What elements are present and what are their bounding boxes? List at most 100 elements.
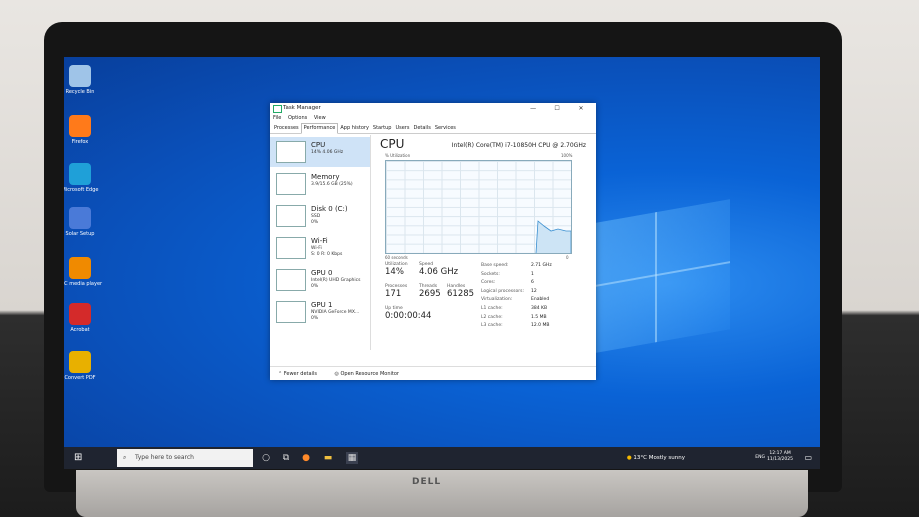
resource-wifi[interactable]: Wi-Fi Wi-Fi S: 0 R: 0 Kbps — [270, 233, 370, 263]
minimize-button[interactable]: — — [522, 103, 544, 114]
resource-detail: 3.9/15.6 GB (25%) — [311, 182, 353, 187]
tab-processes[interactable]: Processes — [272, 124, 301, 133]
desktop-icon-label: Microsoft Edge — [64, 187, 99, 193]
desktop-icon-recycle-bin[interactable]: Recycle Bin — [64, 65, 104, 95]
setup-icon — [69, 207, 91, 229]
menu-file[interactable]: File — [273, 115, 281, 121]
resource-name: CPU — [311, 141, 326, 149]
desktop-icon-pdf[interactable]: Convert PDF — [64, 351, 104, 381]
resource-detail: 14% 4.06 GHz — [311, 150, 344, 155]
notification-icon[interactable]: ▭ — [804, 453, 812, 462]
processes-value: 171 — [385, 289, 402, 299]
resource-name: GPU 1 — [311, 301, 333, 309]
firefox-taskbar-icon[interactable]: ● — [300, 452, 312, 464]
weather-text: 13°C Mostly sunny — [633, 455, 685, 461]
spec-row: Cores: 6 — [481, 279, 591, 288]
cpu-detail-panel: CPU Intel(R) Core(TM) i7-10850H CPU @ 2.… — [380, 137, 590, 352]
graph-y-label: % Utilization — [385, 153, 411, 158]
cpu-specs: Base speed: 2.71 GHz Sockets: 1 Cores: 6 Logic… — [481, 262, 591, 331]
task-view-icon[interactable]: ⧉ — [280, 452, 292, 464]
spec-key: L3 cache: — [481, 323, 503, 329]
spec-value: 12.0 MB — [531, 323, 550, 329]
cpu-usage-line — [535, 220, 571, 253]
resource-cpu[interactable]: CPU 14% 4.06 GHz — [270, 137, 370, 167]
tab-details[interactable]: Details — [411, 124, 432, 133]
menu-options[interactable]: Options — [288, 115, 307, 121]
desktop-icon-firefox[interactable]: Firefox — [64, 115, 104, 145]
tab-performance[interactable]: Performance — [300, 123, 339, 134]
cortana-icon[interactable]: ○ — [260, 452, 272, 464]
close-button[interactable]: ✕ — [570, 103, 592, 114]
weather-widget[interactable]: ● 13°C Mostly sunny — [627, 455, 685, 461]
windows-wallpaper-logo — [584, 199, 730, 355]
task-manager-footer: ⌃ Fewer details ◎ Open Resource Monitor — [270, 366, 596, 380]
resource-gpu0[interactable]: GPU 0 Intel(R) UHD Graphics 0% — [270, 265, 370, 295]
desktop-icon-label: Acrobat — [70, 327, 90, 333]
tab-users[interactable]: Users — [393, 124, 411, 133]
desktop-icon-acrobat[interactable]: Acrobat — [64, 303, 104, 333]
spec-key: L2 cache: — [481, 314, 503, 320]
menu-bar: File Options View — [270, 114, 596, 123]
resource-name: Wi-Fi — [311, 237, 328, 245]
spec-row: Base speed: 2.71 GHz — [481, 262, 591, 271]
spec-row: L2 cache: 1.5 MB — [481, 314, 591, 323]
resource-monitor-label: Open Resource Monitor — [340, 371, 399, 377]
spec-value: 384 KB — [531, 305, 548, 311]
gpu0-thumbnail-graph — [276, 269, 306, 291]
desktop-icon-setup[interactable]: Solar Setup — [64, 207, 104, 237]
pdf-icon — [69, 351, 91, 373]
maximize-button[interactable]: ☐ — [546, 103, 568, 114]
spec-row: Sockets: 1 — [481, 271, 591, 280]
date: 11/13/2025 — [767, 457, 793, 462]
start-button[interactable]: ⊞ — [74, 453, 84, 463]
open-resource-monitor-link[interactable]: ◎ Open Resource Monitor — [335, 371, 407, 377]
resource-disk[interactable]: Disk 0 (C:) SSD 0% — [270, 201, 370, 231]
desktop-icon-label: Convert PDF — [64, 375, 96, 381]
menu-view[interactable]: View — [314, 115, 326, 121]
speed-value: 4.06 GHz — [419, 267, 459, 277]
resource-memory[interactable]: Memory 3.9/15.6 GB (25%) — [270, 169, 370, 199]
spec-key: Cores: — [481, 280, 496, 286]
tab-app-history[interactable]: App history — [338, 124, 371, 133]
spec-value: 12 — [531, 288, 537, 294]
cpu-utilization-graph — [385, 160, 572, 254]
search-box[interactable]: ⌕ Type here to search — [117, 449, 253, 467]
taskbar: ⊞ ⌕ Type here to search ○ ⧉ ● ▬ ▦ ● 13°C… — [64, 447, 820, 469]
graph-y-max: 100% — [561, 153, 573, 158]
threads-value: 2695 — [419, 289, 441, 299]
wifi-thumbnail-graph — [276, 237, 306, 259]
graph-x-label: 60 seconds — [385, 255, 408, 260]
desktop-icon-edge[interactable]: Microsoft Edge — [64, 163, 104, 193]
fewer-details-link[interactable]: ⌃ Fewer details — [278, 371, 325, 377]
tab-bar: Processes Performance App history Startup Us… — [270, 123, 596, 134]
memory-thumbnail-graph — [276, 173, 306, 195]
spec-key: Virtualization: — [481, 297, 513, 303]
desktop-icon-label: Firefox — [71, 139, 89, 145]
spec-value: Enabled — [531, 297, 550, 303]
spec-row: L3 cache: 12.0 MB — [481, 322, 591, 331]
language-indicator[interactable]: ENG — [755, 455, 765, 460]
tab-startup[interactable]: Startup — [371, 124, 394, 133]
laptop-base — [76, 470, 808, 517]
file-explorer-icon[interactable]: ▬ — [322, 452, 334, 464]
spec-key: L1 cache: — [481, 305, 503, 311]
title-bar[interactable]: Task Manager — ☐ ✕ — [270, 103, 596, 114]
resource-detail: SSD 0% — [311, 214, 321, 225]
weather-icon: ● — [626, 455, 632, 461]
resource-name: Memory — [311, 173, 340, 181]
resource-detail: NVIDIA GeForce MX... 0% — [311, 310, 360, 321]
desktop-screen: Recycle Bin Firefox Microsoft Edge Solar Se… — [64, 57, 820, 469]
resource-detail: Wi-Fi S: 0 R: 0 Kbps — [311, 246, 343, 257]
fewer-details-label: Fewer details — [283, 371, 317, 377]
tab-services[interactable]: Services — [433, 124, 458, 133]
edge-icon — [69, 163, 91, 185]
window-title: Task Manager — [283, 105, 321, 111]
clock[interactable]: 12:17 AM 11/13/2025 — [767, 451, 793, 463]
desktop-icon-vlc[interactable]: VLC media player — [64, 257, 104, 287]
resource-detail: Intel(R) UHD Graphics 0% — [311, 278, 361, 289]
task-manager-taskbar-icon[interactable]: ▦ — [346, 452, 358, 464]
spec-key: Base speed: — [481, 263, 509, 268]
task-manager-window: Task Manager — ☐ ✕ File Options View Pro… — [270, 103, 596, 380]
resource-gpu1[interactable]: GPU 1 NVIDIA GeForce MX... 0% — [270, 297, 370, 327]
spec-key: Logical processors: — [481, 288, 524, 294]
